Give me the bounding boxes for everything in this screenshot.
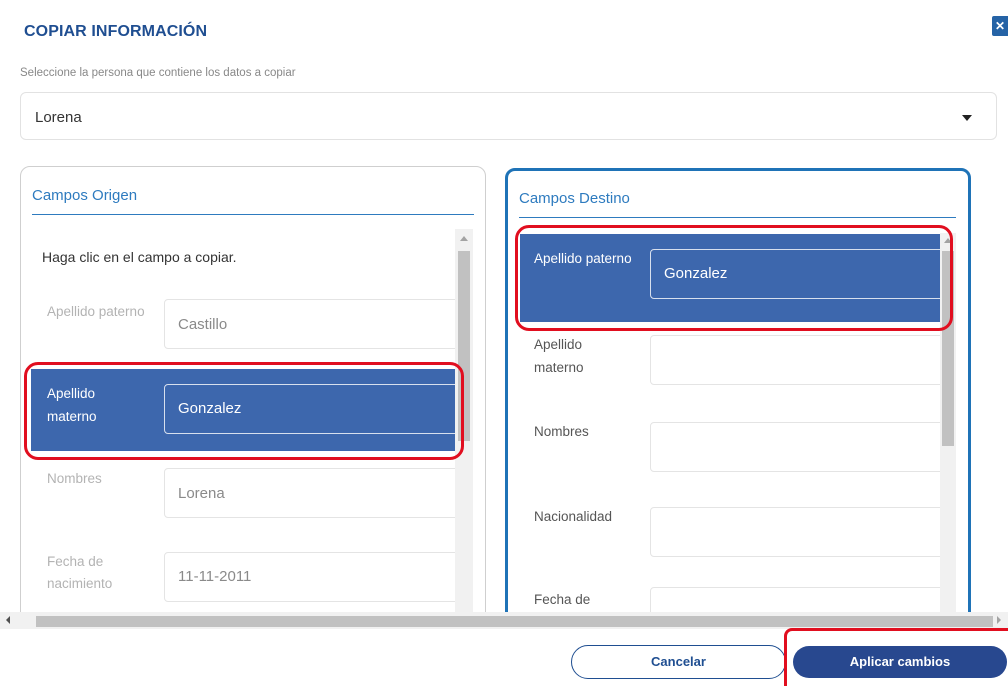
origin-field-apellido-paterno[interactable]: Apellido paterno Castillo <box>31 297 464 357</box>
field-label-line1: Apellido <box>534 337 583 352</box>
horizontal-scrollbar-thumb[interactable] <box>36 616 993 627</box>
dialog-subtitle: Seleccione la persona que contiene los d… <box>20 67 296 79</box>
field-label-line2: nacimiento <box>47 576 113 591</box>
field-value: Castillo <box>164 299 464 349</box>
field-value <box>650 335 945 385</box>
field-label: Nacionalidad <box>534 509 613 524</box>
cancel-button[interactable]: Cancelar <box>571 645 786 679</box>
destination-title-divider <box>519 217 956 218</box>
scroll-left-icon[interactable] <box>6 616 10 624</box>
origin-title-divider <box>32 214 474 215</box>
field-value <box>650 507 945 557</box>
origin-highlight-ring <box>24 362 464 460</box>
destination-panel-title: Campos Destino <box>519 190 630 207</box>
scroll-right-icon[interactable] <box>997 616 1001 624</box>
field-label-line1: Fecha de <box>47 554 104 569</box>
apply-changes-button[interactable]: Aplicar cambios <box>793 646 1007 678</box>
person-select-value: Lorena <box>35 109 82 126</box>
field-value: 11-11-2011 <box>164 552 464 602</box>
destination-field-nacionalidad[interactable]: Nacionalidad <box>520 505 945 565</box>
close-icon[interactable]: ✕ <box>992 16 1008 36</box>
field-label-line2: materno <box>534 360 584 375</box>
field-label: Nombres <box>534 424 589 439</box>
scroll-up-icon[interactable] <box>460 236 468 241</box>
chevron-down-icon <box>962 115 972 121</box>
field-label: Nombres <box>47 471 102 486</box>
person-select[interactable]: Lorena <box>20 92 997 140</box>
destination-field-nombres[interactable]: Nombres <box>520 420 945 480</box>
origin-field-nombres[interactable]: Nombres Lorena <box>31 467 464 527</box>
field-value <box>650 422 945 472</box>
destination-highlight-ring <box>515 225 953 331</box>
field-label: Apellido paterno <box>47 304 145 319</box>
destination-field-apellido-materno[interactable]: Apellido materno <box>520 333 945 393</box>
field-value: Lorena <box>164 468 464 518</box>
origin-field-fecha-nacimiento[interactable]: Fecha de nacimiento 11-11-2011 <box>31 550 464 620</box>
field-label: Fecha de <box>534 592 591 607</box>
dialog-title: COPIAR INFORMACIÓN <box>24 23 208 40</box>
origin-panel-title: Campos Origen <box>32 187 138 204</box>
origin-instruction: Haga clic en el campo a copiar. <box>42 249 237 265</box>
